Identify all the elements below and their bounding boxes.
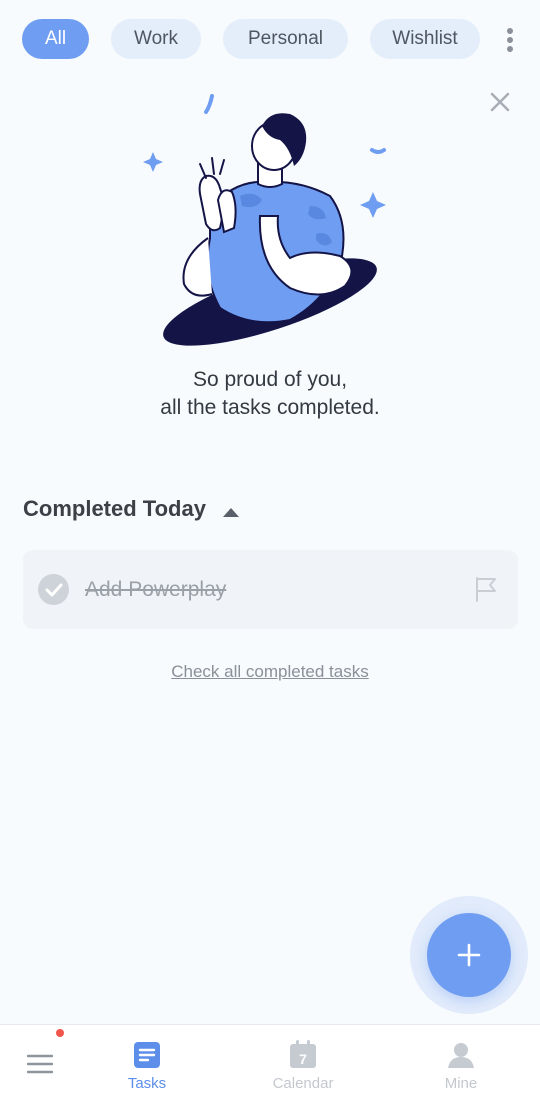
nav-menu[interactable] [0,1025,80,1105]
flag-icon[interactable] [472,575,500,603]
tasks-icon [134,1042,160,1068]
notification-badge [56,1029,64,1037]
nav-tasks[interactable]: Tasks [92,1025,202,1105]
calendar-icon: 7 [290,1040,316,1068]
tab-personal[interactable]: Personal [223,19,348,59]
celebration-illustration [140,88,400,348]
nav-mine[interactable]: Mine [406,1025,516,1105]
task-title: Add Powerplay [85,578,227,601]
svg-text:7: 7 [299,1051,307,1067]
nav-calendar-label: Calendar [272,1075,334,1092]
completed-check-icon[interactable] [38,574,69,605]
close-icon[interactable] [486,88,514,116]
section-title[interactable]: Completed Today [23,496,206,522]
collapse-arrow-icon[interactable] [222,505,240,517]
nav-tasks-label: Tasks [127,1075,167,1092]
completion-message-line2: all the tasks completed. [160,396,380,419]
completion-message-line1: So proud of you, [192,368,348,391]
nav-calendar[interactable]: 7 Calendar [248,1025,358,1105]
add-task-button[interactable] [427,913,511,997]
nav-mine-label: Mine [444,1075,478,1092]
task-item[interactable]: Add Powerplay [23,550,518,629]
bottom-navigation: Tasks 7 Calendar Mine [0,1024,540,1105]
menu-icon [27,1054,53,1074]
profile-icon [448,1043,474,1068]
tab-wishlist[interactable]: Wishlist [370,19,480,59]
check-all-completed-link[interactable]: Check all completed tasks [0,662,540,682]
tab-all[interactable]: All [22,19,89,59]
tab-work[interactable]: Work [111,19,201,59]
completion-message: So proud of you, all the tasks completed… [0,366,540,422]
more-options-icon[interactable] [498,26,522,54]
